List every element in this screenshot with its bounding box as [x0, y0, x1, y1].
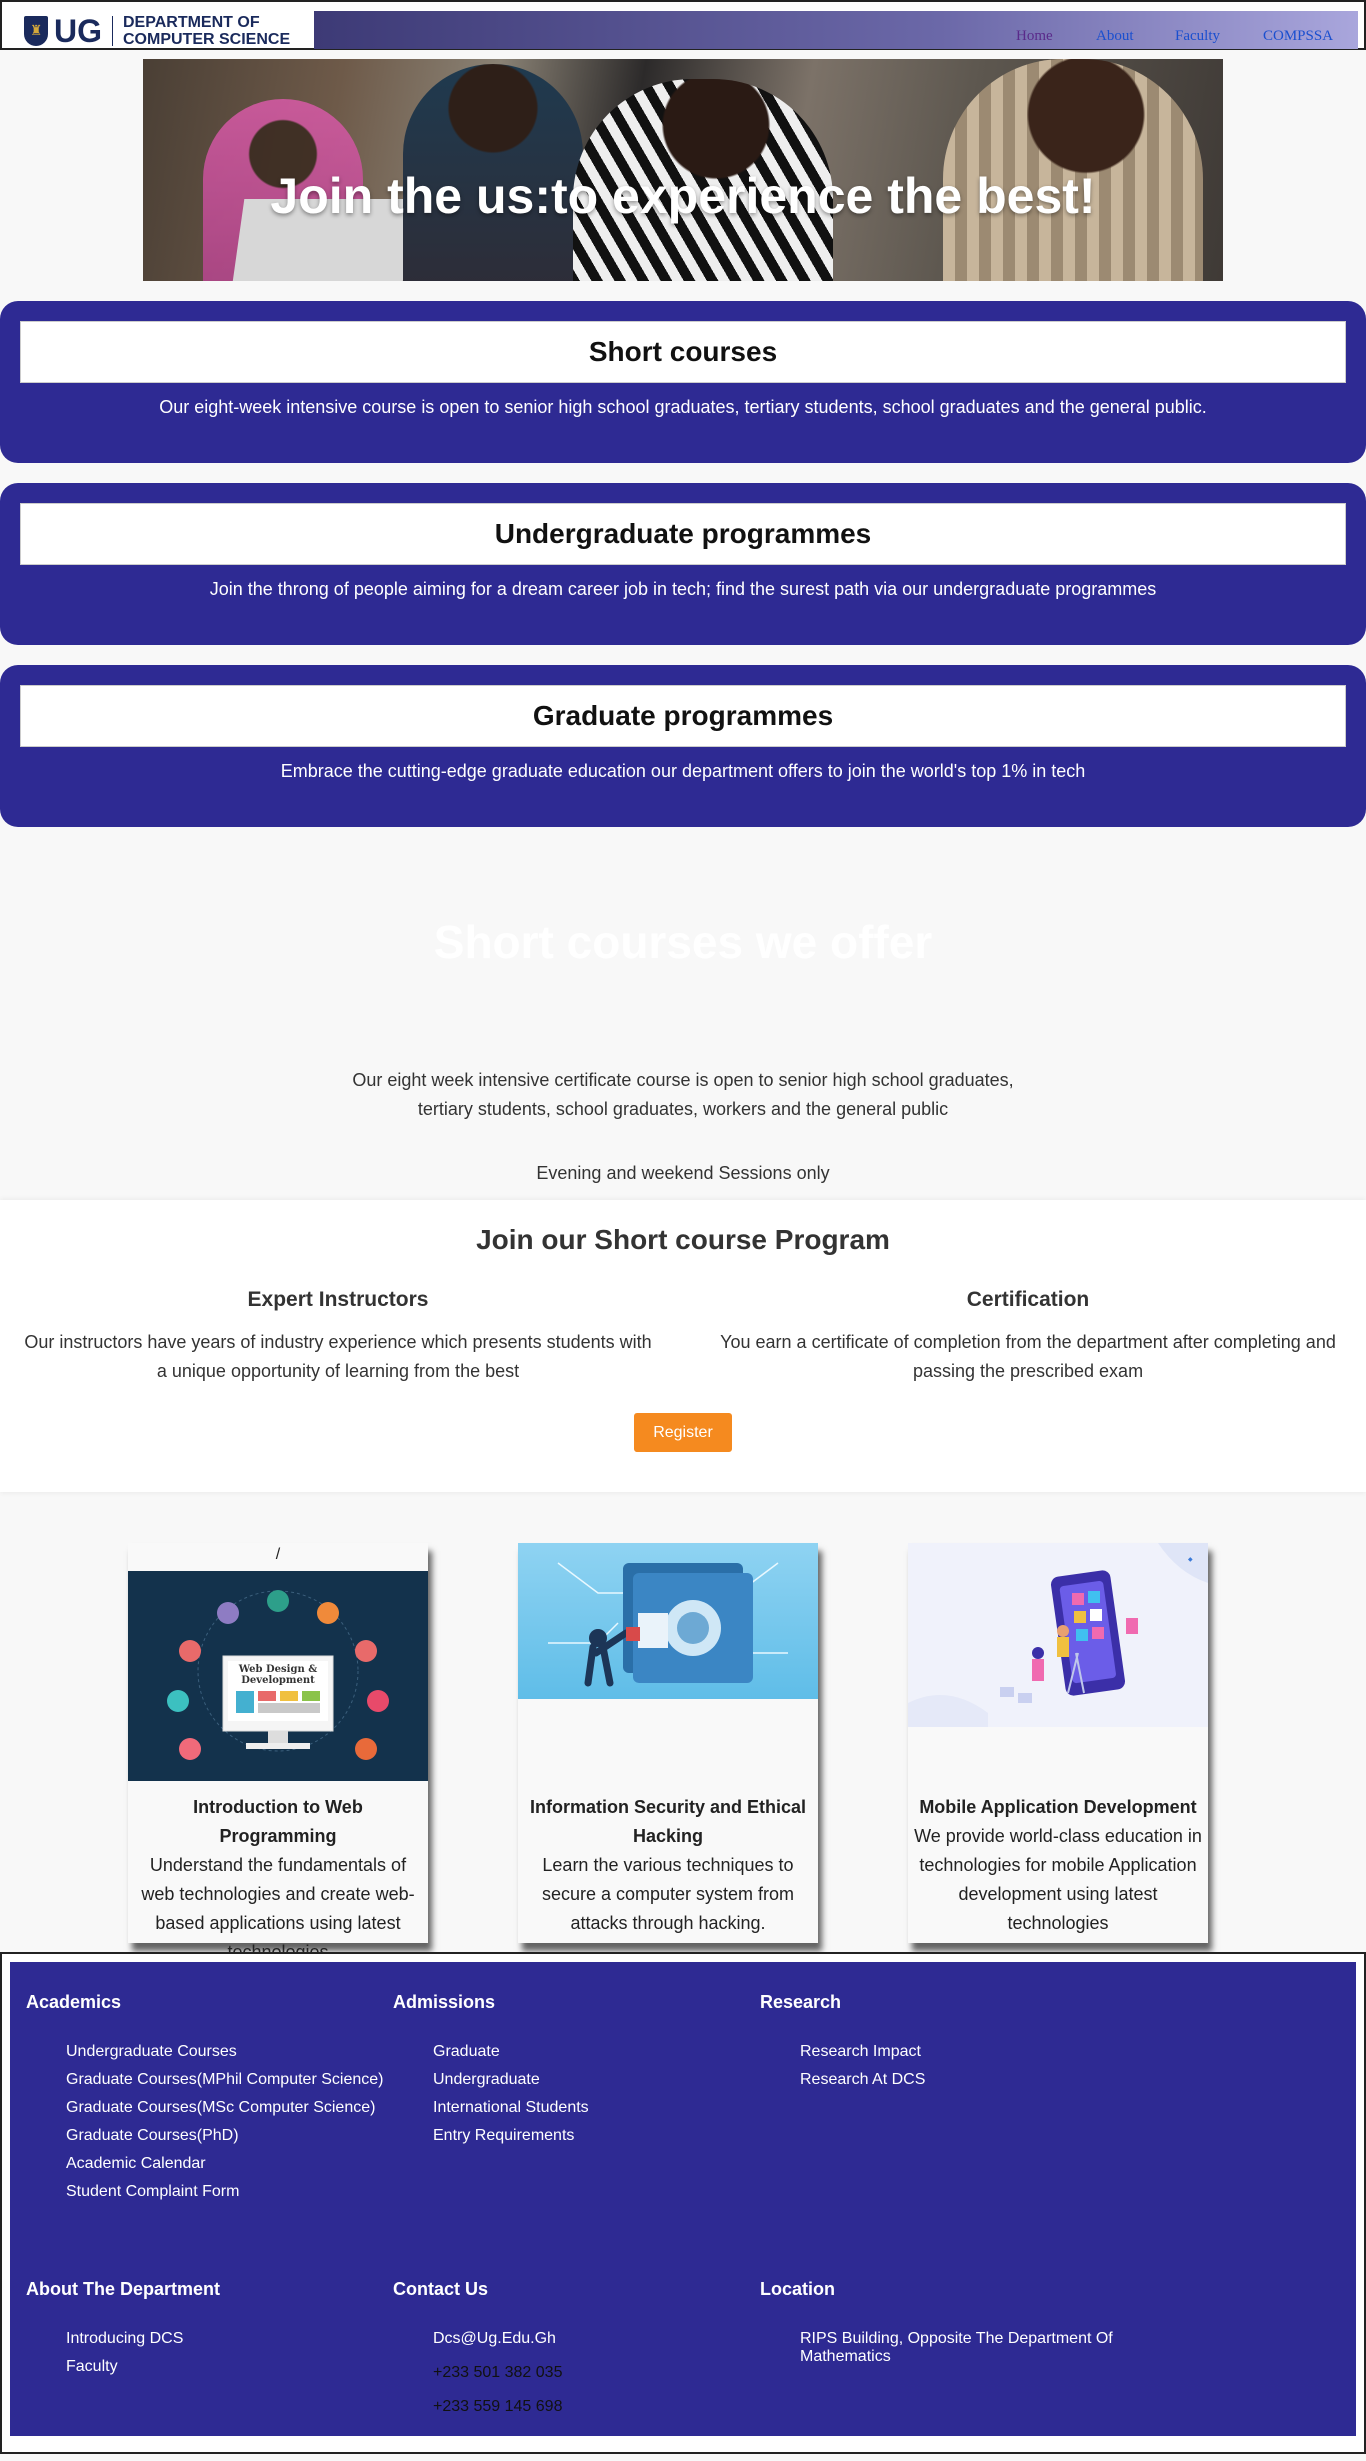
course-description: Understand the fundamentals of web techn…	[141, 1855, 415, 1962]
site-logo[interactable]: ♜ UG DEPARTMENT OF COMPUTER SCIENCE	[24, 14, 290, 48]
program-description: Join the throng of people aiming for a d…	[209, 579, 1157, 599]
hero-banner: Join the us:to experience the best!	[143, 59, 1223, 281]
footer-link[interactable]: Research At DCS	[800, 2071, 1120, 2089]
footer-heading: Location	[760, 2279, 835, 2299]
course-image-web: Web Design & Development	[128, 1571, 428, 1781]
course-image-alt: /	[275, 1546, 281, 1563]
footer-link[interactable]: Graduate	[433, 2043, 753, 2061]
footer-heading: Admissions	[393, 1992, 496, 2012]
course-image-security	[518, 1543, 818, 1699]
svg-text:◆: ◆	[1188, 1556, 1193, 1563]
program-title-box: Graduate programmes	[20, 685, 1346, 747]
ug-crest-icon: ♜	[24, 16, 48, 46]
program-card-undergraduate[interactable]: Undergraduate programmes Join the throng…	[0, 483, 1366, 645]
footer-link[interactable]: Undergraduate Courses	[66, 2043, 386, 2061]
course-description: Learn the various techniques to secure a…	[541, 1855, 795, 1933]
course-info: Mobile Application Development We provid…	[908, 1793, 1208, 1938]
nav-faculty[interactable]: Faculty	[1175, 28, 1220, 45]
footer-panel: Academics Undergraduate Courses Graduate…	[10, 1962, 1356, 2436]
feature-text: Our instructors have years of industry e…	[24, 1332, 652, 1381]
course-title: Introduction to Web Programming	[193, 1797, 363, 1846]
footer-link[interactable]: Academic Calendar	[66, 2155, 386, 2173]
footer-link[interactable]: Graduate Courses(MPhil Computer Science)	[66, 2071, 386, 2089]
offer-sessions: Evening and weekend Sessions only	[536, 1163, 830, 1183]
footer-link[interactable]: Entry Requirements	[433, 2127, 753, 2145]
footer-heading: Research	[760, 1992, 842, 2012]
program-title-box: Short courses	[20, 321, 1346, 383]
main-nav: Home About Faculty COMPSSA	[314, 11, 1358, 49]
course-title: Information Security and Ethical Hacking	[529, 1797, 807, 1846]
nav-compssa[interactable]: COMPSSA	[1263, 28, 1333, 45]
course-info: Introduction to Web Programming Understa…	[128, 1793, 428, 1967]
footer-contact: Contact Us Dcs@Ug.Edu.Gh +233 501 382 03…	[393, 2279, 753, 2426]
course-card-information-security[interactable]: Information Security and Ethical Hacking…	[518, 1543, 818, 1943]
course-title: Mobile Application Development	[919, 1797, 1197, 1817]
feature-certification: Certification You earn a certificate of …	[710, 1288, 1346, 1386]
course-image-mobile: ◆	[908, 1543, 1208, 1727]
program-title: Graduate programmes	[532, 700, 834, 731]
department-name: DEPARTMENT OF COMPUTER SCIENCE	[123, 14, 290, 48]
course-info: Information Security and Ethical Hacking…	[518, 1793, 818, 1938]
footer-phone[interactable]: +233 501 382 035	[433, 2364, 753, 2382]
program-title: Short courses	[588, 336, 778, 367]
footer-link[interactable]: Research Impact	[800, 2043, 1120, 2061]
footer-link[interactable]: International Students	[433, 2099, 753, 2117]
register-button[interactable]: Register	[634, 1413, 732, 1452]
feature-title: Certification	[966, 1288, 1090, 1311]
logo-divider	[112, 16, 113, 46]
footer-link[interactable]: Graduate Courses(PhD)	[66, 2127, 386, 2145]
footer-academics: Academics Undergraduate Courses Graduate…	[26, 1992, 386, 2211]
program-description: Embrace the cutting-edge graduate educat…	[280, 761, 1086, 781]
department-line-1: DEPARTMENT OF	[123, 14, 260, 31]
offer-text: Our eight week intensive certificate cou…	[352, 1070, 1014, 1119]
footer-link[interactable]: Graduate Courses(MSc Computer Science)	[66, 2099, 386, 2117]
footer-address: RIPS Building, Opposite The Department O…	[800, 2330, 1113, 2365]
program-card-graduate[interactable]: Graduate programmes Embrace the cutting-…	[0, 665, 1366, 827]
program-title: Undergraduate programmes	[494, 518, 872, 549]
footer-phone[interactable]: +233 559 145 698	[433, 2398, 753, 2416]
program-title-box: Undergraduate programmes	[20, 503, 1346, 565]
footer-research: Research Research Impact Research At DCS	[760, 1992, 1120, 2099]
feature-text: You earn a certificate of completion fro…	[720, 1332, 1336, 1381]
program-card-short-courses[interactable]: Short courses Our eight-week intensive c…	[0, 301, 1366, 463]
hero-title: Join the us:to experience the best!	[270, 168, 1096, 224]
program-description: Our eight-week intensive course is open …	[159, 397, 1207, 417]
footer-link[interactable]: Undergraduate	[433, 2071, 753, 2089]
footer-link[interactable]: Student Complaint Form	[66, 2183, 386, 2201]
footer-email[interactable]: Dcs@Ug.Edu.Gh	[433, 2330, 753, 2348]
offer-title: Short courses we offer	[433, 916, 933, 968]
course-image-caption: Web Design & Development	[238, 1664, 318, 1686]
nav-about[interactable]: About	[1096, 28, 1134, 45]
footer-admissions: Admissions Graduate Undergraduate Intern…	[393, 1992, 753, 2155]
logo-text: UG	[54, 13, 102, 49]
join-section: Join our Short course Program Expert Ins…	[0, 1200, 1366, 1492]
footer-heading: Academics	[26, 1992, 122, 2012]
course-card-mobile-development[interactable]: ◆ Mobile Application Development We prov…	[908, 1543, 1208, 1943]
department-line-2: COMPUTER SCIENCE	[123, 31, 291, 48]
footer-location: Location RIPS Building, Opposite The Dep…	[760, 2279, 1120, 2376]
feature-expert-instructors: Expert Instructors Our instructors have …	[20, 1288, 656, 1386]
site-header: ♜ UG DEPARTMENT OF COMPUTER SCIENCE Home…	[0, 0, 1366, 50]
site-footer: Academics Undergraduate Courses Graduate…	[0, 1952, 1366, 2454]
nav-home[interactable]: Home	[1016, 28, 1053, 45]
footer-about: About The Department Introducing DCS Fac…	[26, 2279, 386, 2386]
mobile-illustration: ◆	[908, 1543, 1208, 1727]
security-illustration	[548, 1562, 788, 1687]
join-title: Join our Short course Program	[476, 1224, 890, 1255]
footer-heading: Contact Us	[393, 2279, 489, 2299]
footer-heading: About The Department	[26, 2279, 221, 2299]
feature-title: Expert Instructors	[247, 1288, 429, 1311]
course-description: We provide world-class education in tech…	[914, 1826, 1202, 1933]
footer-link[interactable]: Introducing DCS	[66, 2330, 386, 2348]
course-card-web-programming[interactable]: / Web Design & Development Introduction	[128, 1543, 428, 1962]
footer-link[interactable]: Faculty	[66, 2358, 386, 2376]
